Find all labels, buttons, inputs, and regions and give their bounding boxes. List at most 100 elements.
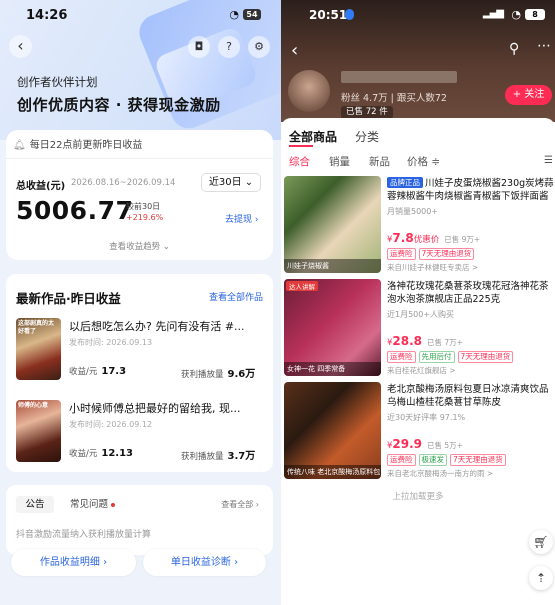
layout-toggle-icon[interactable]: ☰ [544, 155, 553, 166]
tab-announcement[interactable]: 公告 [16, 496, 54, 513]
image-caption: 川娃子烧椒酱 [284, 259, 381, 273]
product-image: 川娃子烧椒酱 [284, 176, 381, 273]
work-item[interactable]: 师傅的心意 小时候师傅总把最好的留给我, 现... 发布时间: 2026.09.… [16, 400, 266, 462]
sort-new[interactable]: 新品 [369, 154, 390, 169]
more-icon[interactable]: ⋯ [537, 38, 551, 54]
camera-icon[interactable]: ◘ [188, 36, 210, 58]
work-date: 发布时间: 2026.09.13 [69, 338, 153, 347]
work-thumbnail: 这部剧真的太好看了 [16, 318, 61, 380]
earnings-label: 收益/元 [69, 449, 98, 459]
program-subtitle: 创作者伙伴计划 [17, 75, 98, 89]
work-earnings: 收益/元 12.13 [69, 447, 133, 459]
service-tag: 7天无理由退货 [450, 454, 506, 466]
thumbnail-caption: 师傅的心意 [18, 402, 49, 409]
service-tag: 极速发 [418, 454, 447, 466]
compare-percent: +219.6% [126, 213, 164, 222]
work-item[interactable]: 这部剧真的太好看了 以后想吃怎么办? 先问有没有活 #... 发布时间: 202… [16, 318, 266, 380]
service-tags: 运费险 先用后付 7天无理由退货 [387, 351, 516, 363]
price-value: 7.8 [392, 231, 414, 245]
latest-works-card: 最新作品·昨日收益 查看全部作品 这部剧真的太好看了 以后想吃怎么办? 先问有没… [6, 274, 273, 472]
wifi-icon: ◔ [229, 8, 239, 21]
work-title: 小时候师傅总把最好的留给我, 现... [69, 402, 241, 415]
work-title: 以后想吃怎么办? 先问有没有活 #... [69, 320, 245, 333]
shop-panel: 20:51 ▂▄▆ ◔ 8 ‹ ⚲ ⋯ 粉丝 4.7万 | 跟买人数72 已售 … [281, 0, 555, 605]
shop-avatar[interactable] [288, 70, 330, 112]
sort-price[interactable]: 价格 ≑ [407, 154, 440, 169]
signal-icon: ▂▄▆ [482, 8, 504, 19]
plays-label: 获利播放量 [181, 370, 224, 380]
view-trend-link[interactable]: 查看收益趋势 ⌄ [6, 240, 273, 252]
service-tags: 运费险 极速发 7天无理由退货 [387, 454, 509, 466]
battery-icon: 54 [243, 9, 261, 20]
thumbnail-caption: 这部剧真的太好看了 [18, 320, 55, 335]
view-all-works-link[interactable]: 查看全部作品 [209, 290, 263, 303]
see-all-label: 查看全部 [221, 500, 254, 509]
work-date: 发布时间: 2026.09.12 [69, 420, 153, 429]
settings-icon[interactable]: ⚙ [248, 36, 270, 58]
brand-badge: 品牌正品 [387, 177, 423, 188]
image-caption: 传统八味 老北京酸梅汤原料包 [284, 465, 381, 479]
product-title: 品牌正品 川娃子皮蛋烧椒酱230g炭烤蒜蓉辣椒酱牛肉烧椒酱青椒酱下饭拌面酱 [387, 177, 555, 203]
sort-overall[interactable]: 综合 [289, 154, 310, 169]
product-price: ¥7.8优惠价 已售 9万+ [387, 231, 481, 245]
tab-faq[interactable]: 常见问题 [62, 496, 120, 513]
withdraw-label: 去提现 [225, 215, 253, 225]
update-notice: 🔔︎ 每日22点前更新昨日收益 [13, 136, 142, 151]
tab-all-products[interactable]: 全部商品 [289, 128, 337, 145]
status-bar: 20:51 ▂▄▆ ◔ 8 [281, 0, 555, 28]
period-value: 近30日 [208, 177, 242, 188]
tab-category[interactable]: 分类 [355, 128, 379, 145]
see-all-link[interactable]: 查看全部 › [221, 499, 259, 510]
plays-value: 3.7万 [227, 451, 256, 462]
daily-diagnosis-button[interactable]: 单日收益诊断 › [143, 549, 266, 576]
shop-source[interactable]: 来自老北京酸梅汤一南方的雨 > [387, 468, 493, 479]
earnings-detail-button[interactable]: 作品收益明细 › [11, 549, 136, 576]
back-icon[interactable]: ‹ [291, 40, 298, 61]
product-price: ¥29.9 已售 5万+ [387, 437, 463, 451]
status-time: 20:51 [309, 8, 348, 22]
work-plays: 获利播放量 3.7万 [181, 447, 255, 462]
withdraw-link[interactable]: 去提现 › [225, 212, 258, 225]
service-tag: 7天无理由退货 [457, 351, 514, 363]
total-earnings-label: 总收益(元) [16, 181, 66, 192]
notice-text: 每日22点前更新昨日收益 [29, 140, 143, 151]
service-tag: 运费险 [387, 248, 416, 260]
product-subinfo: 近1月500+人购买 [387, 310, 455, 319]
shop-source[interactable]: 来自桂花红旗舰店 > [387, 365, 456, 376]
earnings-label: 收益/元 [69, 367, 98, 377]
image-tag: 达人讲解 [286, 281, 318, 291]
service-tag: 运费险 [387, 351, 416, 363]
sold-count: 已售 5万+ [427, 441, 463, 450]
price-tag: 优惠价 [413, 235, 440, 245]
sort-sales[interactable]: 销量 [329, 154, 350, 169]
back-button[interactable]: ‹ [9, 35, 32, 58]
bell-icon: 🔔︎ [13, 140, 26, 151]
program-title: 创作优质内容 · 获得现金激励 [17, 96, 221, 114]
search-icon[interactable]: ⚲ [509, 41, 519, 57]
cart-icon[interactable]: 🛒︎ [529, 530, 553, 554]
sold-count: 已售 9万+ [444, 235, 481, 244]
follow-button[interactable]: + 关注 [505, 85, 552, 105]
service-tag: 先用后付 [418, 351, 455, 363]
period-select[interactable]: 近30日 ⌄ [201, 173, 261, 192]
faq-item[interactable]: 抖音激励流量纳入获利播放量计算 [16, 527, 151, 540]
creator-earnings-panel: 14:26 ◔ 54 ‹ ◘ ? ⚙ 创作者伙伴计划 创作优质内容 · 获得现金… [0, 0, 281, 605]
product-list-area: 全部商品 分类 综合 销量 新品 价格 ≑ ☰ 川娃子烧椒酱 品牌正品 川娃子皮蛋… [281, 118, 555, 605]
product-item[interactable]: 达人讲解 女神一花 四季常备 洛神花玫瑰花桑葚茶玫瑰花冠洛神花茶泡水泡茶旗舰店正品… [284, 279, 555, 376]
product-item[interactable]: 传统八味 老北京酸梅汤原料包 老北京酸梅汤原料包夏日冰凉清爽饮品乌梅山楂桂花桑葚… [284, 382, 555, 479]
service-tag: 7天无理由退货 [418, 248, 475, 260]
button-label: 作品收益明细 [39, 557, 100, 568]
product-subinfo: 月销量5000+ [387, 207, 439, 216]
work-earnings: 收益/元 17.3 [69, 365, 126, 377]
help-icon[interactable]: ? [218, 36, 240, 58]
date-range: 2026.08.16~2026.09.14 [71, 178, 176, 188]
product-price: ¥28.8 已售 7万+ [387, 334, 463, 348]
total-earnings-card: 🔔︎ 每日22点前更新昨日收益 总收益(元) 2026.08.16~2026.09… [6, 130, 273, 260]
back-to-top-icon[interactable]: ⇡ [529, 566, 553, 590]
fans-count: 粉丝 4.7万 | 跟买人数72 [341, 93, 447, 104]
product-item[interactable]: 川娃子烧椒酱 品牌正品 川娃子皮蛋烧椒酱230g炭烤蒜蓉辣椒酱牛肉烧椒酱青椒酱下饭… [284, 176, 555, 273]
wifi-icon: ◔ [511, 8, 521, 21]
service-tags: 运费险 7天无理由退货 [387, 248, 477, 260]
shop-source[interactable]: 来自川娃子林健旺专卖店 > [387, 262, 478, 273]
sold-count: 已售 7万+ [427, 338, 463, 347]
